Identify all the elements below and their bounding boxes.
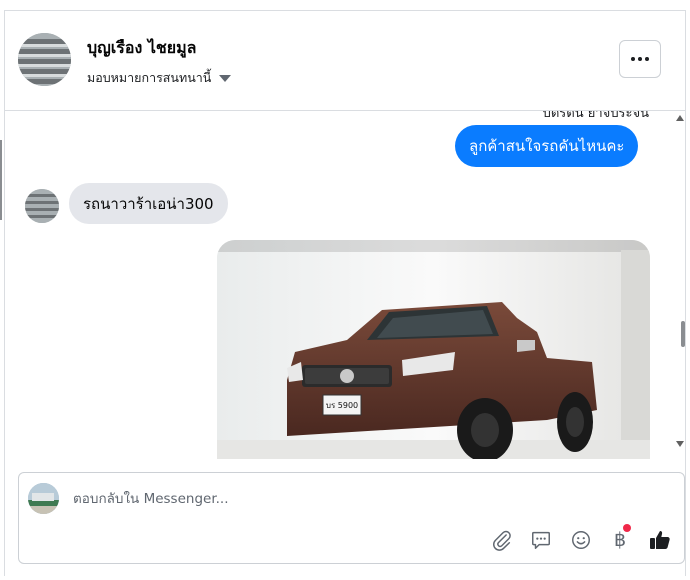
- assign-conversation-label: มอบหมายการสนทนานี้: [87, 70, 212, 85]
- pickup-truck-image: บร 5900: [217, 240, 650, 459]
- contact-name[interactable]: บุญเรือง ไชยมูล: [87, 36, 196, 61]
- smiley-icon: [572, 531, 590, 549]
- scroll-up-arrow-icon[interactable]: [676, 115, 684, 121]
- caret-down-icon: [219, 74, 232, 82]
- message-text-partial: บัตรตัน ยาจประจน: [542, 111, 649, 121]
- license-plate-text: บร 5900: [326, 401, 358, 410]
- scroll-down-arrow-icon[interactable]: [676, 441, 684, 447]
- sender-avatar: [25, 189, 59, 223]
- saved-replies-button[interactable]: [528, 527, 554, 553]
- more-options-button[interactable]: [619, 40, 661, 78]
- page-avatar: [28, 483, 59, 514]
- assign-conversation-dropdown[interactable]: มอบหมายการสนทนานี้: [87, 68, 232, 88]
- payment-button[interactable]: ฿: [607, 524, 633, 553]
- notification-dot: [623, 524, 631, 532]
- contact-avatar[interactable]: [18, 33, 71, 86]
- incoming-message-bubble[interactable]: รถนาวาร้าเอน่า300: [69, 183, 228, 224]
- chat-bubble-icon: [532, 531, 550, 549]
- baht-icon: ฿: [613, 529, 627, 551]
- more-horizontal-icon: [630, 57, 651, 61]
- scrollbar-thumb[interactable]: [681, 321, 685, 347]
- attach-file-button[interactable]: [489, 527, 515, 553]
- message-thread: บัตรตัน ยาจประจน ลูกค้าสนใจรถคันไหนคะ รถ…: [5, 111, 685, 459]
- car-photo-attachment[interactable]: บร 5900: [217, 240, 650, 459]
- message-scrollbar[interactable]: [673, 111, 685, 459]
- emoji-button[interactable]: [568, 527, 594, 553]
- outgoing-message-bubble[interactable]: ลูกค้าสนใจรถคันไหนคะ: [455, 125, 639, 167]
- thumbs-up-icon: [650, 531, 670, 549]
- paperclip-icon: [493, 530, 511, 551]
- left-panel-edge: [0, 140, 2, 220]
- like-button[interactable]: [647, 527, 673, 553]
- conversation-header: บุญเรือง ไชยมูล มอบหมายการสนทนานี้: [5, 11, 685, 111]
- reply-input[interactable]: [73, 491, 633, 507]
- reply-composer: ฿: [18, 472, 685, 564]
